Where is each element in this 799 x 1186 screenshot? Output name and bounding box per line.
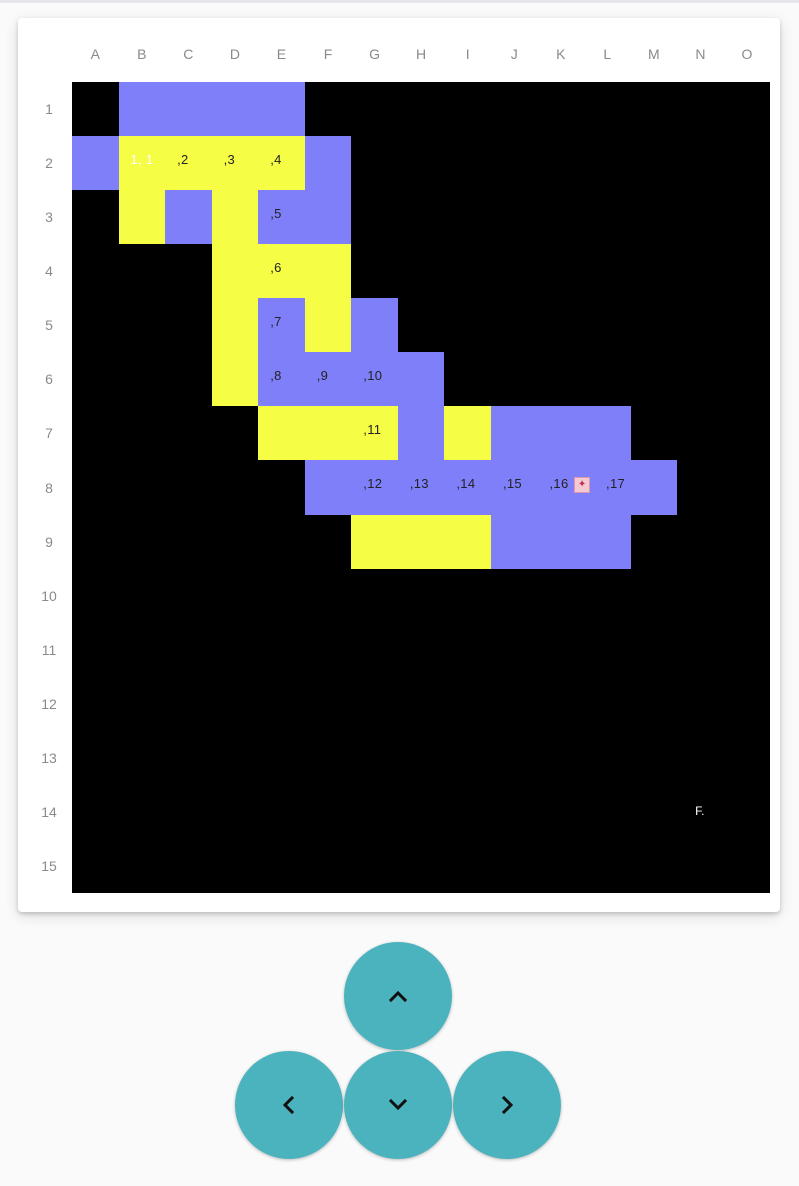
row-label: 11 (41, 641, 57, 658)
step-number: ,14 (456, 476, 476, 492)
column-label: J (510, 46, 519, 62)
step-number: ,6 (270, 260, 282, 276)
maze-cell-open (258, 82, 305, 136)
maze-cell-open (165, 82, 212, 136)
row-label: 13 (41, 749, 57, 766)
step-number: ,8 (270, 368, 282, 384)
maze-cell-open (584, 515, 631, 569)
column-label: E (276, 46, 287, 62)
step-number: ,11 (363, 422, 382, 438)
column-label: A (90, 46, 101, 62)
maze-cell-open (305, 460, 351, 515)
maze-cell-open (398, 352, 444, 406)
move-right-button[interactable] (453, 1051, 561, 1159)
column-label: M (648, 46, 661, 62)
row-label: 3 (45, 209, 53, 226)
step-number: ,9 (316, 368, 329, 384)
column-label: I (465, 46, 471, 62)
column-label: B (137, 46, 147, 62)
step-number: ,13 (409, 476, 429, 492)
maze-cell-open (165, 190, 212, 244)
step-number: ,7 (270, 314, 282, 330)
step-number: ,4 (270, 152, 282, 168)
maze-cell-path (305, 244, 351, 298)
row-label: 4 (45, 263, 53, 280)
maze-cell-path (212, 352, 258, 406)
row-label: 14 (41, 803, 57, 820)
maze-cell-open (305, 190, 351, 244)
step-number: ,5 (270, 206, 282, 222)
step-number: ,16 (549, 476, 569, 492)
player-token-icon: ✦ (574, 477, 591, 494)
maze-cell-path (398, 515, 444, 569)
maze-cell-open (491, 515, 538, 569)
row-label: 2 (45, 155, 53, 172)
step-number: ,17 (606, 476, 626, 492)
column-label: D (229, 46, 241, 62)
maze-cell-open (538, 515, 584, 569)
maze-cell-path (212, 190, 258, 244)
row-label: 8 (45, 479, 53, 496)
step-number: ,2 (177, 152, 189, 168)
column-label: O (741, 46, 753, 62)
row-label: 6 (45, 371, 53, 388)
maze-cell-open (584, 406, 631, 460)
maze-cell-path (444, 515, 491, 569)
row-label: 12 (41, 695, 57, 712)
chevron-left-icon (282, 1095, 295, 1115)
row-label: 1 (45, 101, 53, 118)
step-number: ,12 (363, 476, 383, 492)
maze-cell-path (212, 298, 258, 352)
row-label: 5 (45, 317, 53, 334)
maze-cell-open (398, 406, 444, 460)
end-marker: F. (695, 803, 705, 818)
column-label: G (369, 46, 381, 62)
top-divider (0, 0, 799, 3)
column-label: N (695, 46, 706, 62)
row-label: 9 (45, 533, 53, 550)
maze-cell-open (212, 82, 258, 136)
maze-cell-path (258, 406, 305, 460)
maze-board[interactable]: 1, 1 ,2 ,3 ,4 ,5 ,6 ,7 ,8 ,9 ,10 ,11 ,12 ,13 ,14 ,15 ,1… (72, 82, 770, 893)
maze-cell-path (305, 298, 351, 352)
chevron-right-icon (501, 1095, 514, 1115)
maze-cell-open (72, 136, 119, 190)
maze-cell-path (212, 244, 258, 298)
move-down-button[interactable] (344, 1051, 452, 1159)
maze-cell-path (305, 406, 351, 460)
chevron-down-icon (388, 1098, 408, 1111)
maze-cell-path (119, 190, 165, 244)
step-number: ,10 (363, 368, 383, 384)
column-label: C (183, 46, 194, 62)
row-label: 15 (41, 858, 57, 874)
column-label: K (556, 46, 566, 62)
maze-cell-open (491, 406, 538, 460)
maze-cell-open (351, 298, 398, 352)
chevron-up-icon (388, 990, 408, 1003)
maze-cell-open (538, 406, 584, 460)
move-left-button[interactable] (235, 1051, 343, 1159)
maze-cell-path (351, 515, 398, 569)
maze-cell-open (305, 136, 351, 190)
step-number: ,3 (223, 152, 236, 168)
column-label: H (416, 46, 427, 62)
row-label: 10 (41, 587, 57, 604)
column-label: F (323, 46, 333, 62)
row-label: 7 (45, 425, 53, 442)
maze-cell-open (119, 82, 165, 136)
step-number: ,15 (502, 476, 522, 492)
move-up-button[interactable] (344, 942, 452, 1050)
maze-cell-path (444, 406, 491, 460)
maze-cell-open (631, 460, 677, 515)
step-number: 1, 1 (130, 152, 154, 168)
column-label: L (603, 46, 612, 62)
